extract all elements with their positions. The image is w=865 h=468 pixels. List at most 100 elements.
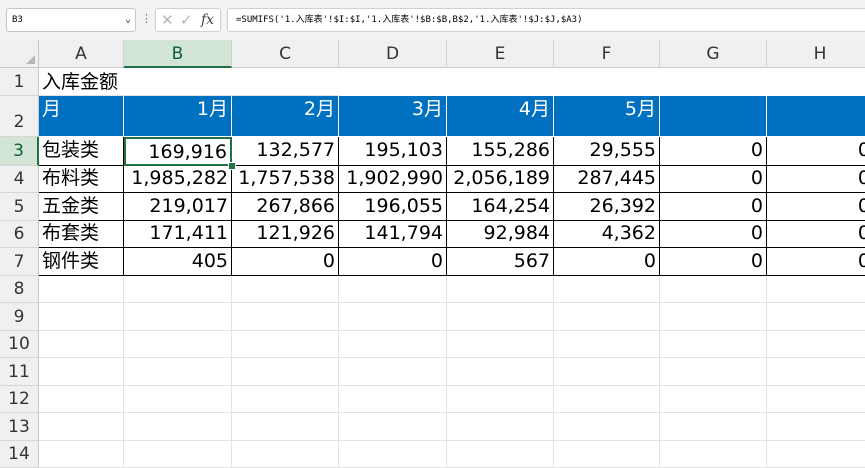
column-header-2[interactable]: B [124, 40, 232, 68]
data-cell[interactable]: 1,757,538 [232, 166, 339, 193]
empty-cell[interactable] [767, 276, 865, 303]
empty-cell[interactable] [339, 441, 447, 468]
data-cell[interactable]: 0 [660, 137, 767, 166]
data-cell[interactable]: 1,902,990 [339, 166, 447, 193]
empty-cell[interactable] [554, 413, 660, 441]
empty-cell[interactable] [339, 386, 447, 413]
data-cell[interactable]: 包装类 [39, 137, 124, 166]
month-header-cell[interactable]: 月 [39, 96, 124, 137]
empty-cell[interactable] [124, 303, 232, 331]
formula-input[interactable]: =SUMIFS('1.入库表'!$I:$I,'1.入库表'!$B:$B,B$2,… [227, 8, 865, 32]
data-cell[interactable]: 155,286 [447, 137, 554, 166]
empty-cell[interactable] [767, 358, 865, 386]
data-cell[interactable]: 4,362 [554, 221, 660, 248]
empty-cell[interactable] [39, 303, 124, 331]
data-cell[interactable]: 267,866 [232, 193, 339, 221]
empty-cell[interactable] [124, 441, 232, 468]
data-cell[interactable]: 219,017 [124, 193, 232, 221]
empty-cell[interactable] [124, 276, 232, 303]
data-cell[interactable]: 1,985,282 [124, 166, 232, 193]
empty-cell[interactable] [767, 413, 865, 441]
empty-cell[interactable] [447, 441, 554, 468]
month-header-cell[interactable]: 3月 [339, 96, 447, 137]
active-cell[interactable]: 169,916 [124, 137, 232, 166]
empty-cell[interactable] [660, 303, 767, 331]
column-header-1[interactable]: A [39, 40, 124, 68]
data-cell[interactable]: 布料类 [39, 166, 124, 193]
data-cell[interactable]: 92,984 [447, 221, 554, 248]
row-header-12[interactable]: 12 [0, 386, 39, 413]
vertical-dots-icon[interactable]: ⋮ [141, 12, 152, 26]
empty-cell[interactable] [554, 386, 660, 413]
close-icon[interactable]: ✕ [161, 11, 174, 29]
data-cell[interactable]: 0 [660, 221, 767, 248]
data-cell[interactable]: 0 [660, 193, 767, 221]
empty-cell[interactable] [39, 413, 124, 441]
empty-cell[interactable] [660, 331, 767, 358]
check-icon[interactable]: ✓ [180, 11, 193, 29]
column-header-5[interactable]: E [447, 40, 554, 68]
month-header-cell[interactable] [767, 96, 865, 137]
data-cell[interactable]: 141,794 [339, 221, 447, 248]
empty-cell[interactable] [447, 358, 554, 386]
data-cell[interactable]: 0 [660, 248, 767, 276]
data-cell[interactable]: 121,926 [232, 221, 339, 248]
empty-cell[interactable] [339, 276, 447, 303]
empty-cell[interactable] [447, 386, 554, 413]
row-header-4[interactable]: 4 [0, 166, 39, 193]
data-cell[interactable]: 钢件类 [39, 248, 124, 276]
data-cell[interactable]: 567 [447, 248, 554, 276]
data-cell[interactable]: 132,577 [232, 137, 339, 166]
data-cell[interactable]: 0 [767, 221, 865, 248]
empty-cell[interactable] [339, 413, 447, 441]
data-cell[interactable]: 2,056,189 [447, 166, 554, 193]
row-header-14[interactable]: 14 [0, 441, 39, 468]
empty-cell[interactable] [232, 276, 339, 303]
empty-cell[interactable] [232, 413, 339, 441]
empty-cell[interactable] [660, 413, 767, 441]
empty-cell[interactable] [767, 386, 865, 413]
empty-cell[interactable] [124, 331, 232, 358]
data-cell[interactable]: 29,555 [554, 137, 660, 166]
empty-cell[interactable] [232, 331, 339, 358]
empty-cell[interactable] [447, 276, 554, 303]
empty-cell[interactable] [767, 331, 865, 358]
row-header-3[interactable]: 3 [0, 137, 39, 166]
data-cell[interactable]: 195,103 [339, 137, 447, 166]
data-cell[interactable]: 0 [767, 248, 865, 276]
empty-cell[interactable] [339, 303, 447, 331]
empty-cell[interactable] [39, 441, 124, 468]
data-cell[interactable]: 0 [554, 248, 660, 276]
empty-cell[interactable] [554, 276, 660, 303]
empty-cell[interactable] [767, 303, 865, 331]
month-header-cell[interactable]: 4月 [447, 96, 554, 137]
empty-cell[interactable] [554, 303, 660, 331]
empty-cell[interactable] [124, 413, 232, 441]
empty-cell[interactable] [554, 358, 660, 386]
empty-cell[interactable] [767, 441, 865, 468]
data-cell[interactable]: 26,392 [554, 193, 660, 221]
empty-cell[interactable] [447, 303, 554, 331]
data-cell[interactable]: 0 [339, 248, 447, 276]
empty-cell[interactable] [447, 413, 554, 441]
data-cell[interactable]: 布套类 [39, 221, 124, 248]
name-box[interactable]: B3 ⌄ [6, 8, 136, 32]
empty-cell[interactable] [660, 358, 767, 386]
empty-cell[interactable] [232, 303, 339, 331]
row-header-8[interactable]: 8 [0, 276, 39, 303]
empty-cell[interactable] [660, 276, 767, 303]
sheet-title[interactable]: 入库金额 [39, 68, 339, 96]
row-header-11[interactable]: 11 [0, 358, 39, 386]
row-header-1[interactable]: 1 [0, 68, 39, 96]
empty-cell[interactable] [660, 441, 767, 468]
row-header-7[interactable]: 7 [0, 248, 39, 276]
empty-cell[interactable] [232, 386, 339, 413]
chevron-down-icon[interactable]: ⌄ [125, 9, 131, 31]
row-header-5[interactable]: 5 [0, 193, 39, 221]
month-header-cell[interactable]: 1月 [124, 96, 232, 137]
empty-cell[interactable] [124, 358, 232, 386]
month-header-cell[interactable] [660, 96, 767, 137]
empty-cell[interactable] [339, 358, 447, 386]
empty-cell[interactable] [447, 331, 554, 358]
empty-cell[interactable] [232, 441, 339, 468]
